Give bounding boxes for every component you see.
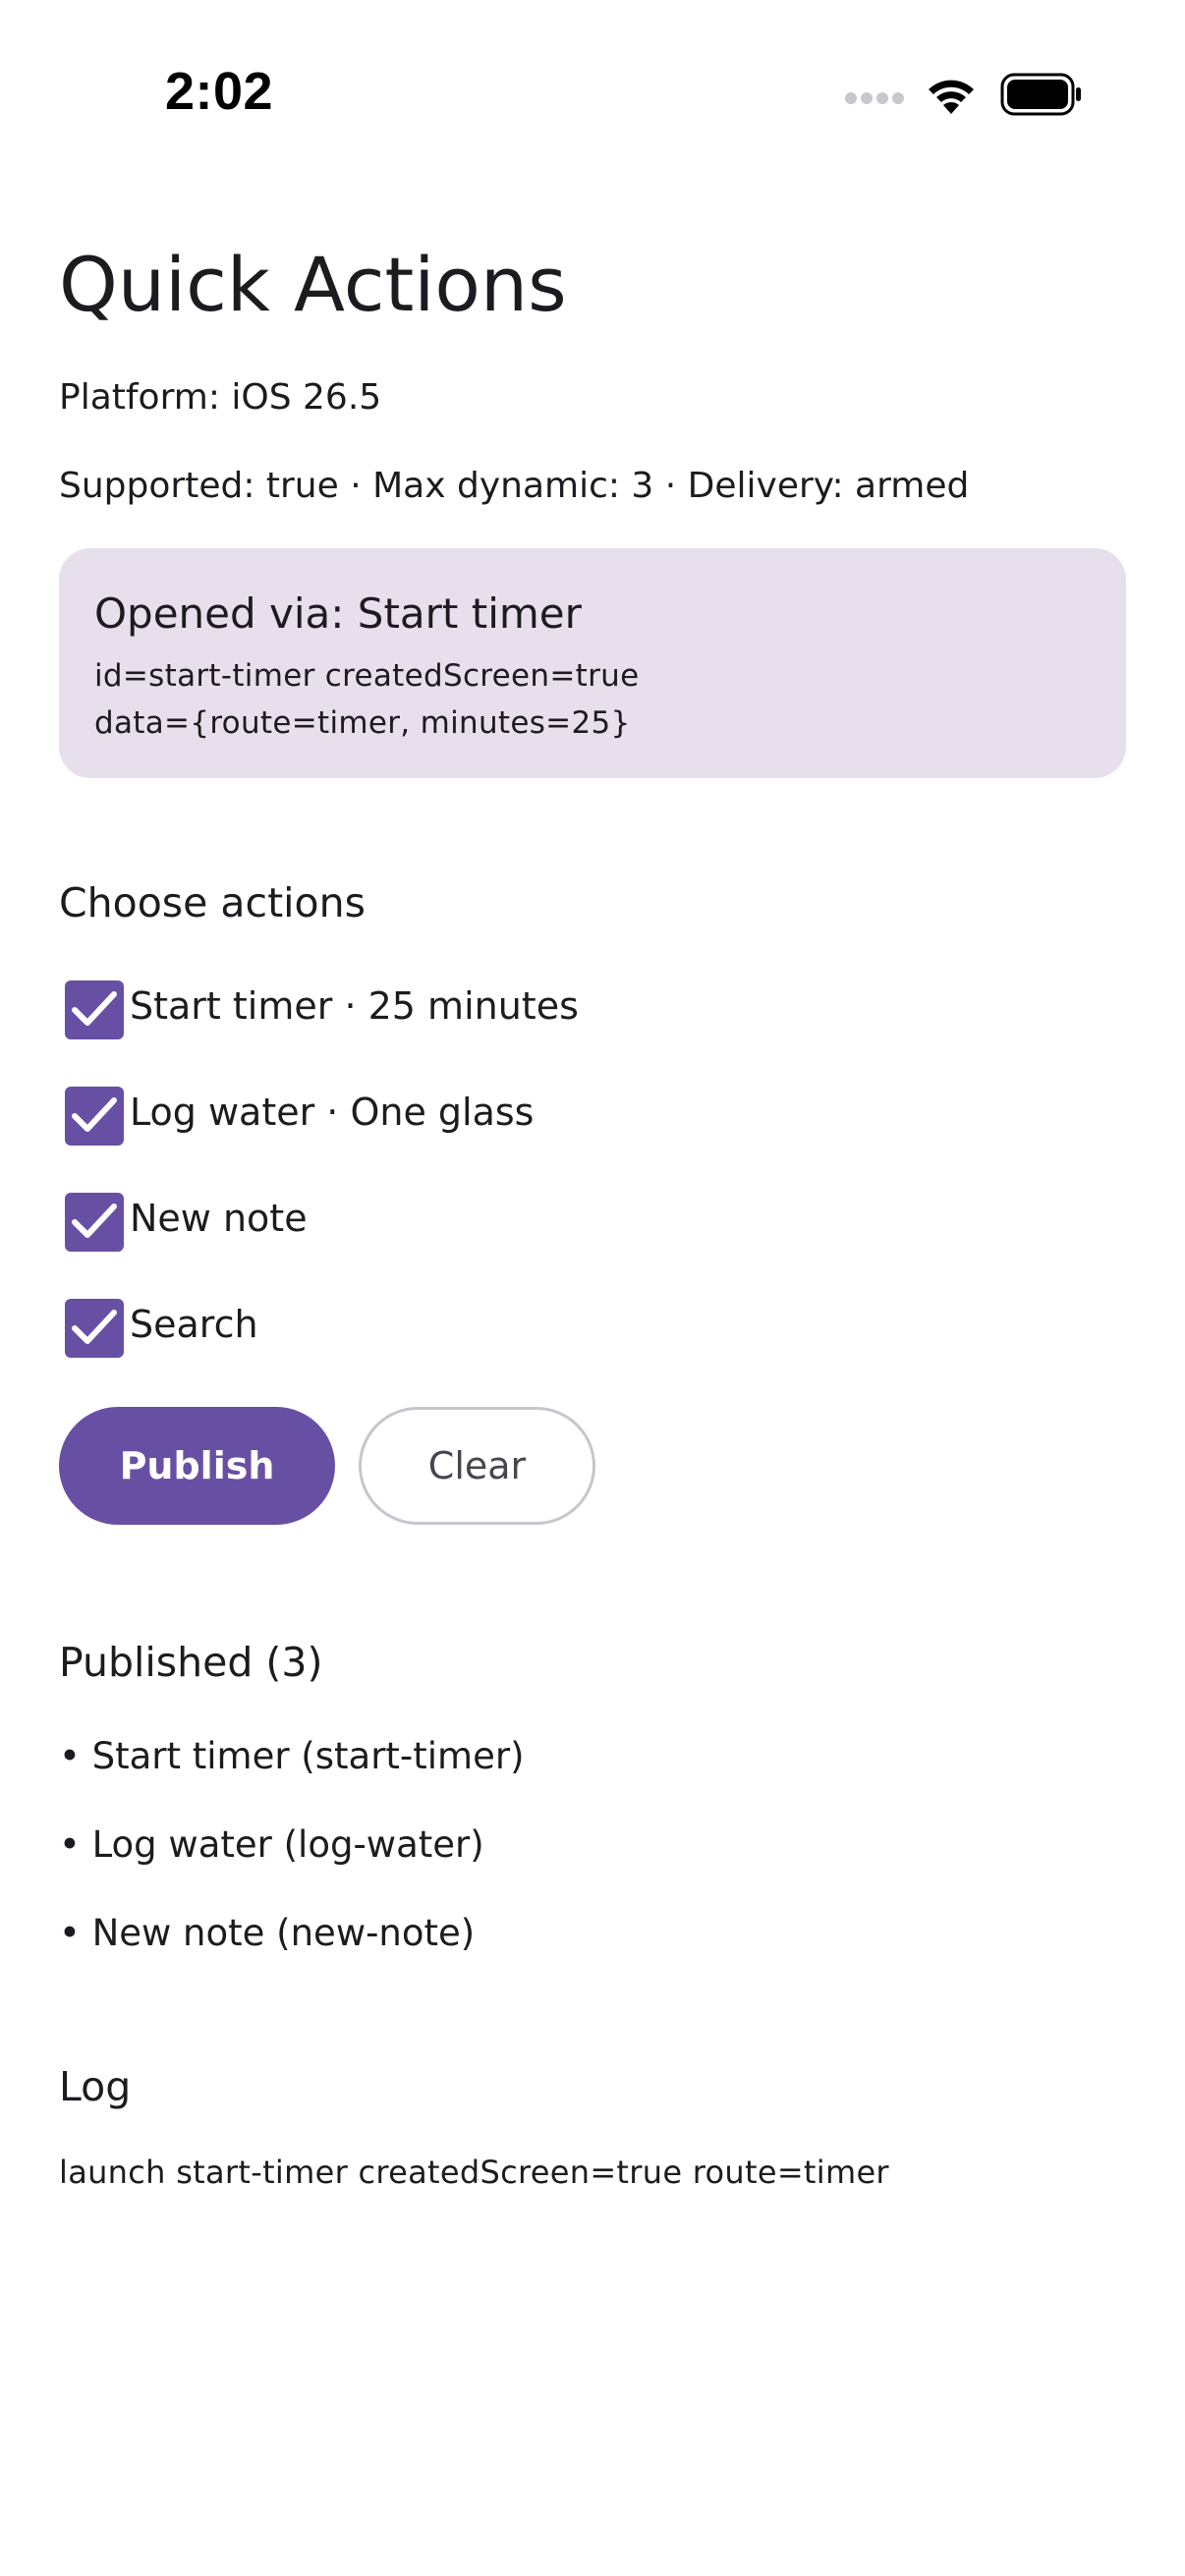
checkbox-label: Search: [130, 1303, 258, 1346]
checkbox[interactable]: [65, 980, 124, 1039]
status-bar: 2:02: [0, 0, 1185, 196]
checkbox[interactable]: [65, 1299, 124, 1358]
opened-via-card: Opened via: Start timer id=start-timer c…: [59, 548, 1126, 778]
publish-button[interactable]: Publish: [59, 1407, 335, 1525]
published-item: • New note (new-note): [59, 1912, 476, 1954]
clear-button[interactable]: Clear: [359, 1407, 595, 1525]
published-item: • Log water (log-water): [59, 1823, 484, 1866]
checkbox-label: New note: [130, 1197, 308, 1240]
log-heading: Log: [59, 2063, 132, 2110]
opened-via-title: Opened via: Start timer: [94, 589, 582, 638]
published-heading: Published (3): [59, 1639, 323, 1686]
page-title: Quick Actions: [59, 241, 567, 328]
battery-icon: [1000, 73, 1081, 116]
action-checkbox-start-timer[interactable]: Start timer · 25 minutes: [59, 971, 747, 1049]
checkbox-label: Start timer · 25 minutes: [130, 984, 579, 1028]
published-item: • Start timer (start-timer): [59, 1735, 525, 1777]
support-status-text: Supported: true · Max dynamic: 3 · Deliv…: [59, 466, 970, 506]
checkbox[interactable]: [65, 1193, 124, 1252]
checkbox-label: Log water · One glass: [130, 1091, 535, 1134]
checkmark-icon: [72, 1310, 117, 1344]
action-checkbox-search[interactable]: Search: [59, 1289, 747, 1368]
action-checkbox-log-water[interactable]: Log water · One glass: [59, 1077, 747, 1155]
wifi-icon: [929, 80, 974, 114]
checkmark-icon: [72, 1204, 117, 1238]
checkmark-icon: [72, 991, 117, 1026]
action-checkbox-new-note[interactable]: New note: [59, 1183, 747, 1261]
platform-text: Platform: iOS 26.5: [59, 377, 382, 418]
opened-via-data: data={route=timer, minutes=25}: [94, 705, 631, 741]
checkbox[interactable]: [65, 1087, 124, 1146]
checkmark-icon: [72, 1097, 117, 1132]
cellular-signal-icon: [845, 92, 904, 104]
choose-actions-heading: Choose actions: [59, 879, 366, 926]
opened-via-id: id=start-timer createdScreen=true: [94, 658, 640, 694]
status-time: 2:02: [165, 62, 274, 121]
log-entry: launch start-timer createdScreen=true ro…: [59, 2154, 889, 2191]
